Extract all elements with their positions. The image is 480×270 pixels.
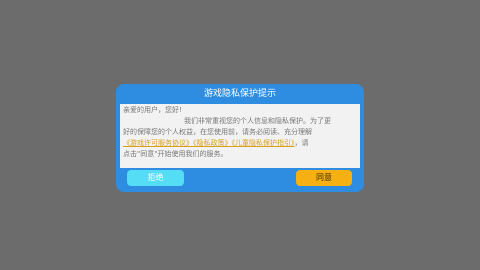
child-privacy-link[interactable]: 《儿童隐私保护指引》 [232, 139, 295, 147]
dialog-body: 亲爱的用户，您好! 我们非常重视您的个人信息和隐私保护。为了更 好的保障您的个人… [120, 104, 360, 168]
dialog-title: 游戏隐私保护提示 [203, 89, 276, 99]
privacy-policy-link[interactable]: 《隐私政策》 [193, 139, 232, 147]
body-line-3: 《游戏许可服务协议》《隐私政策》《儿童隐私保护指引》，请 [123, 138, 357, 149]
body-line-2: 好的保障您的个人权益，在您使用前，请务必阅读、充分理解 [123, 128, 312, 136]
agree-button[interactable]: 同意 [296, 170, 352, 186]
reject-button[interactable]: 拒绝 [127, 170, 184, 186]
body-line-3-tail: ，请 [294, 139, 309, 147]
service-agreement-link[interactable]: 《游戏许可服务协议》 [123, 139, 193, 147]
body-line-4: 点击"同意"开始使用我们的服务。 [123, 150, 228, 158]
greeting-text: 亲爱的用户，您好! [123, 106, 182, 114]
body-line-1: 我们非常重视您的个人信息和隐私保护。为了更 [184, 117, 331, 125]
